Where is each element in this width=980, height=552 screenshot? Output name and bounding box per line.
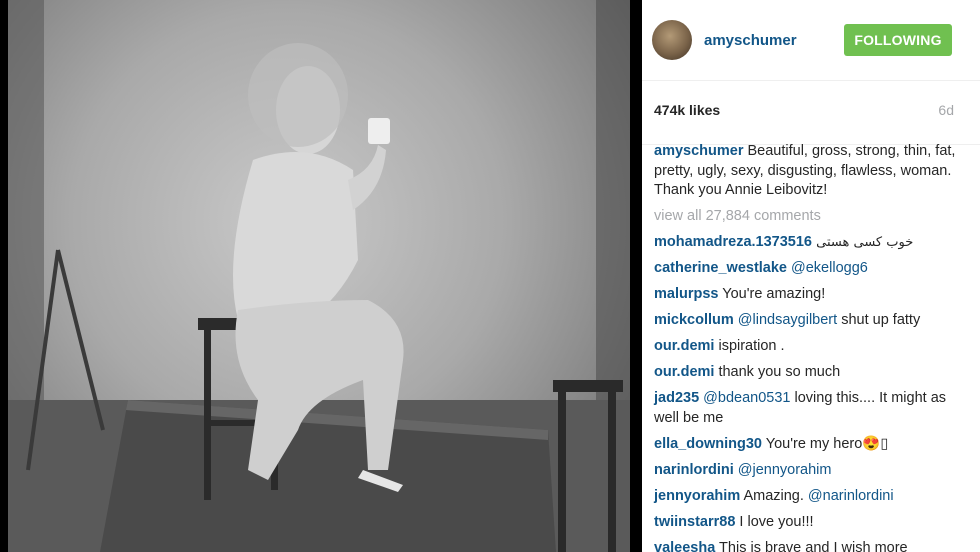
comment-text: shut up fatty: [837, 312, 921, 328]
comment-text: ispiration .: [714, 338, 785, 354]
comment-text: You're amazing!: [718, 286, 826, 302]
comment-item: twiinstarr88 I love you!!!: [654, 513, 964, 533]
likes-row: 474k likes 6d: [642, 102, 980, 145]
comment-username[interactable]: narinlordini: [654, 462, 734, 478]
comment-mention[interactable]: @jennyorahim: [734, 462, 832, 478]
comment-item: our.demi thank you so much: [654, 363, 964, 383]
comment-text: This is brave and I wish more: [715, 539, 908, 552]
comment-text: Amazing.: [740, 487, 808, 504]
comment-mention[interactable]: @ekellogg6: [787, 260, 868, 276]
post-age[interactable]: 6d: [938, 102, 954, 118]
comment-mention[interactable]: @bdean0531: [699, 390, 790, 406]
comment-username[interactable]: our.demi: [654, 338, 714, 354]
comment-username[interactable]: catherine_westlake: [654, 260, 787, 276]
comment-item: mickcollum @lindsaygilbert shut up fatty: [654, 311, 964, 331]
likes-count[interactable]: 474k likes: [654, 102, 720, 118]
comment-item: catherine_westlake @ekellogg6: [654, 259, 964, 279]
caption: amyschumer Beautiful, gross, strong, thi…: [654, 142, 964, 201]
view-all-comments-link[interactable]: view all 27,884 comments: [654, 207, 964, 227]
comment-item: mohamadreza.1373516 خوب کسی هستی: [654, 233, 964, 253]
comment-item: valeesha This is brave and I wish more: [654, 539, 964, 552]
caption-username[interactable]: amyschumer: [654, 143, 743, 159]
comment-username[interactable]: jad235: [654, 390, 699, 406]
comment-item: ella_downing30 You're my hero😍▯: [654, 435, 964, 455]
comment-username[interactable]: twiinstarr88: [654, 514, 735, 530]
comment-username[interactable]: mohamadreza.1373516: [654, 234, 812, 250]
divider-bar: [630, 0, 642, 552]
comment-mention[interactable]: @narinlordini: [808, 488, 894, 504]
comment-text: You're my hero😍▯: [761, 435, 889, 452]
following-button[interactable]: FOLLOWING: [844, 24, 952, 56]
comment-item: jad235 @bdean0531 loving this.... It mig…: [654, 389, 964, 428]
comment-text: I love you!!!: [735, 513, 814, 530]
post-header: amyschumer FOLLOWING: [642, 0, 980, 81]
comment-item: narinlordini @jennyorahim: [654, 461, 964, 481]
comments-list: amyschumer Beautiful, gross, strong, thi…: [654, 142, 964, 552]
comment-item: our.demi ispiration .: [654, 337, 964, 357]
comment-username[interactable]: malurpss: [654, 286, 718, 302]
avatar[interactable]: [652, 20, 692, 60]
comment-text: thank you so much: [714, 364, 841, 380]
comment-username[interactable]: jennyorahim: [654, 488, 740, 504]
comment-item: jennyorahim Amazing. @narinlordini: [654, 487, 964, 507]
post-username[interactable]: amyschumer: [704, 32, 797, 49]
comment-text: خوب کسی هستی: [812, 235, 914, 250]
comment-username[interactable]: valeesha: [654, 540, 715, 552]
left-black-margin: [0, 0, 8, 552]
post-side-panel: amyschumer FOLLOWING 474k likes 6d amysc…: [642, 0, 980, 552]
comment-item: malurpss You're amazing!: [654, 285, 964, 305]
post-photo[interactable]: [8, 0, 630, 552]
photo-illustration: [8, 0, 630, 552]
comment-username[interactable]: mickcollum: [654, 312, 734, 328]
comment-mention[interactable]: @lindsaygilbert: [734, 312, 837, 328]
comment-username[interactable]: ella_downing30: [654, 436, 762, 452]
comment-username[interactable]: our.demi: [654, 364, 714, 380]
